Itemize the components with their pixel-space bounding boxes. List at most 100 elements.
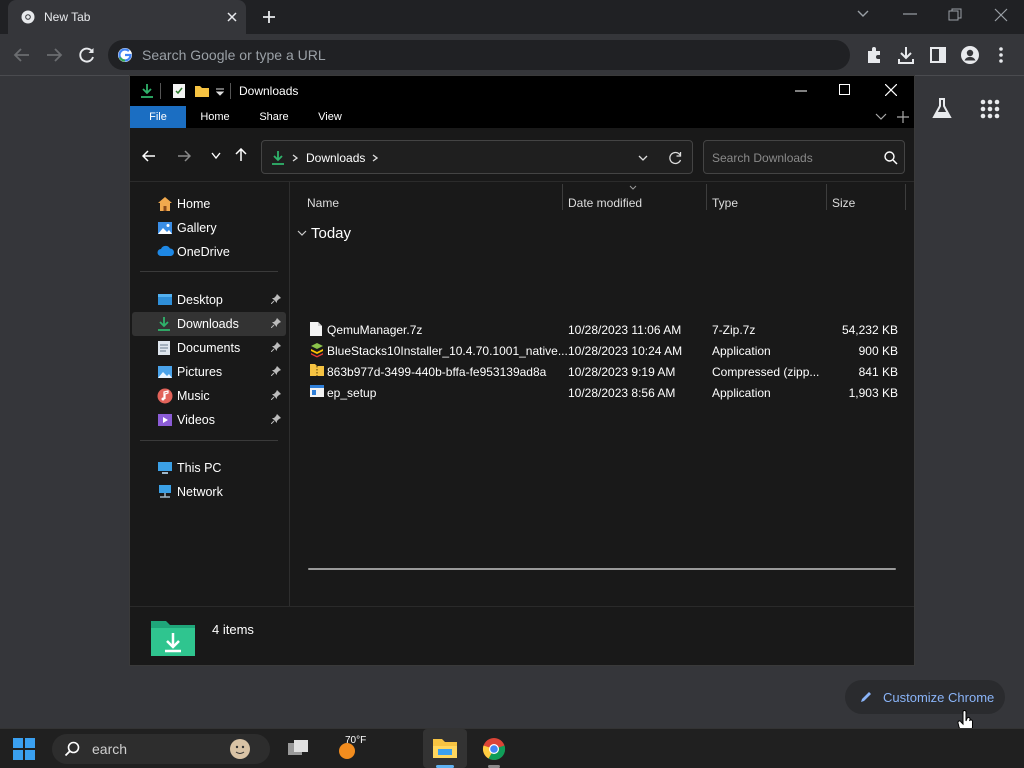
pin-icon[interactable] [271,318,281,328]
address-path[interactable]: Downloads [306,151,365,165]
column-separator[interactable] [706,184,707,210]
column-header-size[interactable]: Size [832,196,855,210]
nav-item-gallery[interactable]: Gallery [132,216,286,240]
status-area: 4 items [130,606,914,665]
chrome-tab[interactable]: New Tab [8,0,246,34]
file-date: 10/28/2023 9:19 AM [568,365,676,379]
close-tab-icon[interactable] [226,11,238,23]
file-type: 7-Zip.7z [712,323,756,337]
file-type: Application [712,344,771,358]
table-row[interactable]: ep_setup 10/28/2023 8:56 AM Application … [301,382,906,403]
windows-start-icon[interactable] [13,738,35,760]
explorer-back-icon[interactable] [142,150,156,162]
breadcrumb-chevron-icon[interactable] [292,154,298,162]
table-row[interactable]: BlueStacks10Installer_10.4.70.1001_nativ… [301,340,906,361]
recent-locations-chevron-icon[interactable] [211,152,221,160]
labs-flask-icon[interactable] [932,97,952,121]
new-folder-icon[interactable] [194,84,210,98]
ribbon-tab-share[interactable]: Share [250,106,298,128]
gallery-icon [158,222,172,234]
new-tab-icon[interactable] [261,9,277,25]
nav-item-home[interactable]: Home [132,192,286,216]
file-explorer-taskbar-icon[interactable] [432,737,458,759]
column-header-type[interactable]: Type [712,196,738,210]
properties-icon[interactable] [172,83,186,99]
nav-item-music[interactable]: Music [132,384,286,408]
customize-chrome-button[interactable]: Customize Chrome [845,680,1005,714]
weather-temperature: 70°F [345,735,367,746]
taskbar-search-box[interactable]: earch [52,734,270,764]
pin-icon[interactable] [271,366,281,376]
extensions-puzzle-icon[interactable] [865,46,883,64]
pin-icon[interactable] [271,390,281,400]
file-name: QemuManager.7z [327,323,423,337]
file-date: 10/28/2023 8:56 AM [568,386,676,400]
refresh-icon[interactable] [668,151,682,165]
google-g-icon [118,48,132,62]
download-icon[interactable] [897,45,915,65]
ribbon-expand-chevron-icon[interactable] [875,113,887,121]
explorer-forward-icon[interactable] [177,150,191,162]
explorer-minimize-icon[interactable] [795,90,807,92]
ribbon-tab-file[interactable]: File [130,106,186,128]
close-window-icon[interactable] [994,8,1008,22]
more-menu-icon[interactable] [998,46,1004,64]
address-history-chevron-icon[interactable] [638,155,648,161]
ribbon-tabs: File Home Share View [130,106,914,128]
back-arrow-icon[interactable] [13,47,31,63]
column-separator[interactable] [905,184,906,210]
restore-icon[interactable] [948,8,962,22]
nav-item-desktop[interactable]: Desktop [132,288,286,312]
pin-icon[interactable] [271,414,281,424]
column-header-date-modified[interactable]: Date modified [568,196,642,210]
column-header-name[interactable]: Name [307,196,339,210]
ribbon-plus-icon[interactable] [897,111,909,123]
search-icon [64,741,80,757]
nav-item-this-pc[interactable]: This PC [132,456,286,480]
pin-icon[interactable] [271,342,281,352]
nav-label: Home [177,197,211,211]
table-row[interactable]: 863b977d-3499-440b-bffa-fe953139ad8a 10/… [301,361,906,382]
file-date: 10/28/2023 11:06 AM [568,323,682,337]
documents-icon [158,341,170,355]
videos-icon [158,414,172,426]
profile-avatar-icon[interactable] [960,45,980,65]
task-view-icon[interactable] [287,739,309,759]
music-icon [157,388,173,404]
nav-item-documents[interactable]: Documents [132,336,286,360]
forward-arrow-icon[interactable] [45,47,63,63]
column-separator[interactable] [562,184,563,210]
google-apps-grid-icon[interactable] [980,99,1000,119]
column-separator[interactable] [826,184,827,210]
explorer-maximize-icon[interactable] [839,84,851,96]
reload-icon[interactable] [78,46,96,64]
nav-item-videos[interactable]: Videos [132,408,286,432]
pin-icon[interactable] [271,294,281,304]
file-name: BlueStacks10Installer_10.4.70.1001_nativ… [327,344,568,358]
group-header-today[interactable]: Today [311,225,351,242]
horizontal-scrollbar[interactable] [308,568,896,570]
minimize-icon[interactable] [903,13,917,15]
search-icon[interactable] [884,151,898,165]
group-collapse-chevron-icon[interactable] [297,230,307,236]
address-field[interactable]: Downloads [261,140,693,174]
breadcrumb-chevron-icon[interactable] [372,154,378,162]
nav-item-downloads[interactable]: Downloads [132,312,286,336]
chrome-taskbar-icon[interactable] [482,737,506,761]
up-arrow-icon[interactable] [235,148,247,162]
tab-search-chevron-icon[interactable] [856,9,870,19]
search-downloads-input[interactable]: Search Downloads [703,140,905,174]
nav-item-pictures[interactable]: Pictures [132,360,286,384]
omnibox[interactable]: Search Google or type a URL [108,40,850,70]
ribbon-tab-home[interactable]: Home [190,106,240,128]
qat-dropdown-icon[interactable] [216,88,224,96]
customize-chrome-label: Customize Chrome [883,690,995,705]
nav-item-onedrive[interactable]: OneDrive [132,240,286,264]
nav-item-network[interactable]: Network [132,480,286,504]
table-row[interactable]: QemuManager.7z 10/28/2023 11:06 AM 7-Zip… [301,319,906,340]
chrome-tab-strip: New Tab [0,0,1024,34]
weather-widget[interactable]: 70°F [335,735,381,763]
ribbon-tab-view[interactable]: View [306,106,354,128]
explorer-close-icon[interactable] [885,84,897,96]
side-panel-icon[interactable] [929,46,947,64]
